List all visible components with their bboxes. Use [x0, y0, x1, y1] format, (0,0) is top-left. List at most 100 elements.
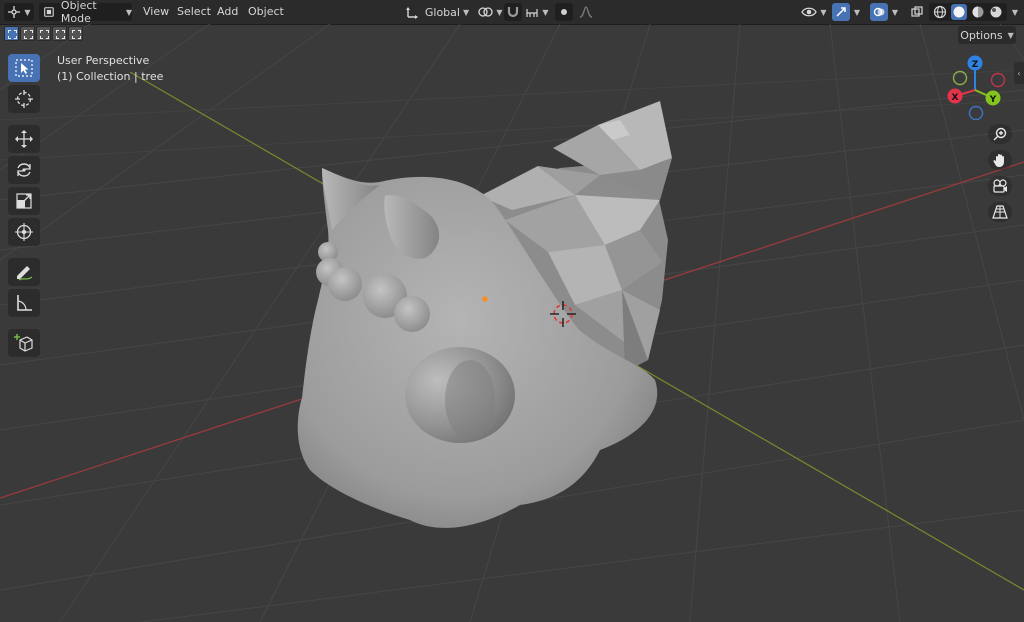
select-mode-invert[interactable]: [52, 26, 67, 41]
proportional-editing-toggle[interactable]: [555, 3, 573, 21]
select-new-icon: [8, 30, 17, 39]
gizmo-x-label: X: [952, 93, 959, 103]
tool-rotate[interactable]: [8, 156, 40, 184]
transform-orientation-selector[interactable]: Global ▼: [404, 3, 470, 21]
tool-add-cube[interactable]: [8, 329, 40, 357]
visibility-selector[interactable]: ▼: [800, 3, 828, 21]
snap-toggle[interactable]: [504, 3, 522, 21]
transform-icon: [15, 223, 33, 241]
camera-icon: [993, 179, 1007, 193]
editor-type-3d-viewport-icon: [8, 6, 21, 18]
proportional-editing-icon: [561, 9, 567, 15]
chevron-down-icon: ▼: [496, 7, 503, 17]
object-mode-icon: [44, 7, 54, 17]
chevron-down-icon: ▼: [125, 7, 132, 17]
toolbar-separator: [8, 249, 40, 255]
select-mode-new[interactable]: [4, 26, 19, 41]
options-dropdown[interactable]: Options ▼: [958, 26, 1016, 44]
viewport-navigation: [988, 124, 1012, 222]
perspective-toggle-button[interactable]: [988, 202, 1012, 222]
add-cube-icon: [14, 334, 33, 352]
viewport-scene[interactable]: Z X Y: [0, 24, 1024, 622]
tool-measure[interactable]: [8, 289, 40, 317]
hand-icon: [993, 154, 1004, 167]
collection-info: (1) Collection | tree: [57, 69, 163, 85]
view-perspective-label: User Perspective: [57, 54, 150, 67]
menu-add[interactable]: Add: [217, 5, 238, 18]
material-preview-shading-icon[interactable]: [971, 5, 985, 19]
chevron-down-icon: ▼: [462, 7, 470, 17]
orientation-axes-icon: [405, 7, 418, 19]
falloff-selector[interactable]: [575, 3, 597, 21]
toolbar-separator: [8, 116, 40, 122]
tool-select-box[interactable]: [8, 54, 40, 82]
tool-shelf: [8, 54, 40, 357]
select-invert-icon: [56, 30, 65, 39]
collection-label: (1) Collection: [57, 70, 131, 83]
viewport-header: ▼ Object Mode ▼ View Select Add Object G…: [0, 0, 1024, 25]
gizmo-icon: [836, 7, 846, 17]
menu-select[interactable]: Select: [177, 5, 211, 18]
eye-icon: [801, 7, 818, 17]
shading-mode-group: [929, 3, 1007, 21]
tool-transform[interactable]: [8, 218, 40, 246]
overlays-icon: [873, 7, 885, 17]
gizmo-z-label: Z: [972, 60, 979, 70]
solid-shading-icon[interactable]: [951, 4, 967, 20]
magnifier-plus-icon: [993, 127, 1007, 141]
select-mode-extend[interactable]: [20, 26, 35, 41]
navigation-gizmo[interactable]: Z X Y: [947, 55, 1006, 121]
chevron-down-icon: ▼: [891, 7, 899, 17]
gizmo-toggle[interactable]: [832, 3, 850, 21]
overlays-dropdown[interactable]: ▼: [888, 3, 902, 21]
snap-target-selector[interactable]: ▼: [524, 3, 550, 21]
pan-button[interactable]: [988, 150, 1012, 170]
chevron-down-icon: ▼: [1011, 7, 1019, 17]
menu-object[interactable]: Object: [248, 5, 284, 18]
xray-icon: [911, 6, 923, 17]
tool-cursor[interactable]: [8, 85, 40, 113]
camera-view-button[interactable]: [988, 176, 1012, 196]
object-origin[interactable]: [482, 296, 488, 302]
chevron-down-icon: ▼: [853, 7, 861, 17]
gizmo-dropdown[interactable]: ▼: [850, 3, 864, 21]
toolbar-separator: [8, 320, 40, 326]
snap-increment-icon: [526, 9, 539, 17]
move-icon: [15, 130, 33, 148]
chevron-left-icon: ‹: [1017, 68, 1021, 78]
menu-view[interactable]: View: [143, 5, 169, 18]
orientation-label: Global: [424, 5, 460, 19]
info-separator: |: [134, 70, 138, 83]
sidebar-expand-tab[interactable]: ‹: [1014, 62, 1024, 84]
tool-move[interactable]: [8, 125, 40, 153]
falloff-curve-icon: [579, 6, 593, 18]
tool-scale[interactable]: [8, 187, 40, 215]
zoom-button[interactable]: [988, 124, 1012, 144]
measure-icon: [17, 295, 32, 311]
pivot-icon: [478, 7, 494, 17]
select-box-icon: [15, 59, 33, 77]
viewport-info-text: User Perspective (1) Collection | tree: [57, 53, 163, 85]
select-mode-group: [4, 26, 83, 44]
shading-dropdown[interactable]: ▼: [1008, 3, 1022, 21]
rendered-shading-icon[interactable]: [989, 5, 1003, 19]
rotate-icon: [17, 163, 31, 177]
wireframe-shading-icon[interactable]: [933, 5, 947, 19]
options-label: Options: [960, 28, 1003, 42]
select-mode-subtract[interactable]: [36, 26, 51, 41]
mode-selector[interactable]: Object Mode ▼: [39, 0, 132, 25]
tool-annotate[interactable]: [8, 258, 40, 286]
active-object-label: tree: [141, 70, 164, 83]
3d-viewport[interactable]: Z X Y: [0, 24, 1024, 622]
annotate-pencil-icon: [17, 266, 33, 281]
chevron-down-icon: ▼: [820, 7, 827, 17]
overlays-toggle[interactable]: [870, 3, 888, 21]
pivot-point-selector[interactable]: ▼: [475, 3, 505, 21]
chevron-down-icon: ▼: [24, 7, 31, 17]
editor-type-button[interactable]: ▼: [4, 3, 34, 21]
select-mode-intersect[interactable]: [68, 26, 83, 41]
select-extend-icon: [24, 30, 33, 39]
chevron-down-icon: ▼: [1007, 30, 1014, 40]
xray-toggle[interactable]: [908, 3, 926, 21]
select-subtract-icon: [40, 30, 49, 39]
